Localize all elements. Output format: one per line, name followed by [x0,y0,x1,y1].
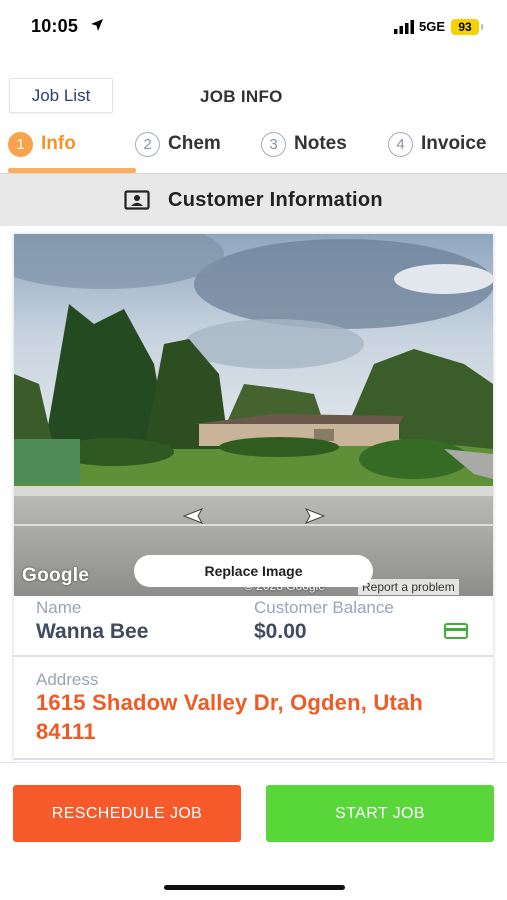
battery-icon: 93 [451,19,479,35]
home-indicator[interactable] [164,885,345,890]
contact-card-icon [124,190,150,210]
reschedule-job-button[interactable]: RESCHEDULE JOB [13,785,241,842]
location-arrow-icon [91,19,103,31]
address-label: Address [36,670,99,689]
status-bar: 10:05 5GE 93 [0,0,507,56]
tab-label: Invoice [421,133,487,154]
divider [14,655,493,657]
page-title: JOB INFO [200,87,283,106]
street-view-scene [14,234,493,596]
tab-invoice[interactable]: 4 Invoice [388,131,486,157]
customer-address[interactable]: 1615 Shadow Valley Dr, Ogden, Utah 84111 [36,688,476,746]
replace-image-button[interactable]: Replace Image [134,555,373,587]
tab-bar: 1 Info 2 Chem 3 Notes 4 Invoice [0,123,507,173]
report-problem-link[interactable]: Report a problem [358,579,459,595]
tab-number: 1 [8,131,33,157]
credit-card-icon[interactable] [444,623,468,639]
balance-label: Customer Balance [254,598,394,617]
street-view-image[interactable]: Google © 2023 Google Report a problem Re… [14,234,493,596]
customer-name: Wanna Bee [36,620,149,643]
network-label: 5GE [419,19,446,34]
tab-chem[interactable]: 2 Chem [135,131,221,157]
tab-label: Info [41,133,76,154]
tab-number: 4 [388,131,413,157]
divider [14,758,493,760]
job-list-button[interactable]: Job List [9,78,113,113]
customer-balance: $0.00 [254,620,307,643]
customer-card: Google © 2023 Google Report a problem Re… [14,234,493,762]
section-header: Customer Information [0,173,507,226]
tab-number: 2 [135,131,160,157]
signal-icon [394,20,414,34]
pan-right-arrow-icon[interactable] [302,507,330,525]
tab-label: Chem [168,133,221,154]
pan-left-arrow-icon[interactable] [178,507,206,525]
start-job-button[interactable]: START JOB [266,785,494,842]
tab-number: 3 [261,131,286,157]
section-title: Customer Information [168,188,383,211]
name-label: Name [36,598,82,617]
status-time: 10:05 [31,16,79,36]
tab-label: Notes [294,133,347,154]
tab-notes[interactable]: 3 Notes [261,131,347,157]
battery-tip [481,24,483,30]
tab-info[interactable]: 1 Info [8,131,76,157]
google-logo: Google [22,565,90,586]
